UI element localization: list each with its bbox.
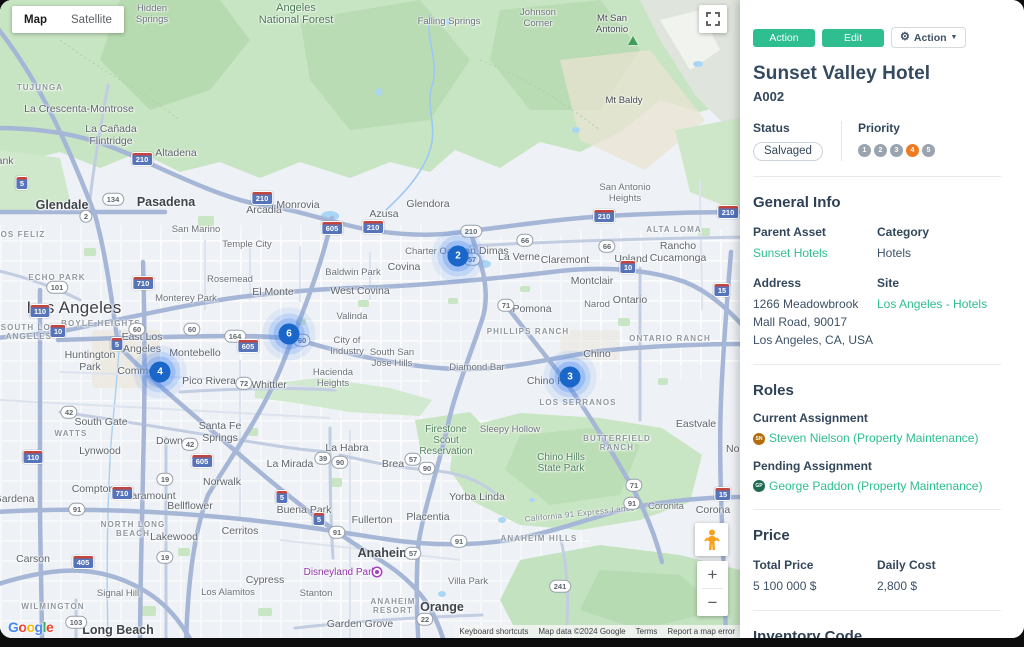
edit-button[interactable]: Edit [822, 29, 884, 47]
map-marker[interactable]: 3 [560, 367, 581, 388]
section-divider [753, 176, 1001, 177]
status-block: Status Salvaged [753, 121, 823, 161]
total-price-label: Total Price [753, 558, 877, 572]
map-type-satellite-button[interactable]: Satellite [59, 6, 124, 33]
daily-cost-label: Daily Cost [877, 558, 1001, 572]
current-assignment-label: Current Assignment [753, 411, 1001, 425]
category-value: Hotels [877, 246, 911, 260]
pegman-control[interactable] [695, 523, 728, 556]
parent-asset-cell: Parent Asset Sunset Hotels [753, 225, 877, 262]
map-marker[interactable]: 2 [448, 246, 469, 267]
asset-detail-panel: Action Edit ⚙ Action ▼ Sunset Valley Hot… [740, 0, 1024, 638]
address-label: Address [753, 276, 877, 290]
map-marker[interactable]: 4 [150, 362, 171, 383]
address-value: 1266 Meadowbrook Mall Road, 90017 Los An… [753, 297, 873, 347]
price-grid: Total Price 5 100 000 $ Daily Cost 2,800… [753, 558, 1001, 595]
google-logo: Google [8, 619, 53, 635]
map-marker[interactable]: 6 [279, 324, 300, 345]
disneyland-marker-icon [373, 568, 381, 576]
panel-toolbar: Action Edit ⚙ Action ▼ [753, 27, 1001, 48]
parent-asset-label: Parent Asset [753, 225, 877, 239]
status-label: Status [753, 121, 823, 135]
general-info-grid: Parent Asset Sunset Hotels Category Hote… [753, 225, 1001, 349]
app-window: Hidden SpringsAngeles National ForestFal… [0, 0, 1024, 638]
section-divider [753, 364, 1001, 365]
site-link[interactable]: Los Angeles - Hotels [877, 297, 987, 311]
price-heading: Price [753, 527, 1001, 544]
current-assignment-row: SN Steven Nielson (Property Maintenance) [753, 431, 1001, 447]
priority-dots: 12345 [858, 144, 935, 157]
priority-label: Priority [858, 121, 935, 135]
google-logo-letter: g [35, 619, 43, 635]
gear-icon: ⚙ [900, 32, 910, 43]
pending-assignment-row: GP George Paddon (Property Maintenance) [753, 479, 1001, 495]
total-price-value: 5 100 000 $ [753, 579, 816, 593]
section-divider [753, 509, 1001, 510]
action-menu-button[interactable]: ⚙ Action ▼ [891, 27, 966, 48]
status-priority-row: Status Salvaged Priority 12345 [753, 121, 1001, 161]
current-assignee-link[interactable]: Steven Nielson (Property Maintenance) [769, 431, 978, 447]
action-button[interactable]: Action [753, 29, 815, 47]
inventory-code-heading: Inventory Code [753, 628, 1001, 638]
daily-cost-cell: Daily Cost 2,800 $ [877, 558, 1001, 595]
priority-dot: 4 [906, 144, 919, 157]
avatar: GP [753, 480, 765, 492]
pending-assignment-label: Pending Assignment [753, 459, 1001, 473]
total-price-cell: Total Price 5 100 000 $ [753, 558, 877, 595]
asset-code: A002 [753, 89, 1001, 104]
map-base-art [0, 0, 740, 638]
pending-assignee-link[interactable]: George Paddon (Property Maintenance) [769, 479, 982, 495]
parent-asset-link[interactable]: Sunset Hotels [753, 246, 828, 260]
map-attribution: Keyboard shortcutsMap data ©2024 GoogleT… [454, 625, 740, 638]
site-label: Site [877, 276, 1001, 290]
action-menu-label: Action [914, 32, 947, 44]
google-logo-letter: e [46, 619, 53, 635]
attribution-link[interactable]: Keyboard shortcuts [454, 625, 533, 638]
roles-heading: Roles [753, 382, 1001, 399]
fullscreen-button[interactable] [699, 5, 727, 33]
zoom-out-button[interactable]: − [697, 589, 728, 616]
screenshot-frame: Hidden SpringsAngeles National ForestFal… [0, 0, 1024, 647]
pegman-icon [704, 529, 720, 551]
priority-block: Priority 12345 [858, 121, 935, 161]
map-type-map-button[interactable]: Map [12, 6, 59, 33]
google-logo-letter: o [26, 619, 34, 635]
chevron-down-icon: ▼ [951, 34, 958, 41]
priority-dot: 3 [890, 144, 903, 157]
priority-dot: 1 [858, 144, 871, 157]
priority-dot: 5 [922, 144, 935, 157]
attribution-text: Map data ©2024 Google [533, 625, 630, 638]
google-logo-letter: G [8, 619, 18, 635]
category-label: Category [877, 225, 1001, 239]
vertical-divider [841, 121, 842, 161]
attribution-link[interactable]: Terms [631, 625, 663, 638]
address-cell: Address 1266 Meadowbrook Mall Road, 9001… [753, 276, 877, 349]
status-badge: Salvaged [753, 142, 823, 161]
section-divider [753, 610, 1001, 611]
general-info-heading: General Info [753, 194, 1001, 211]
page-title: Sunset Valley Hotel [753, 63, 1001, 85]
site-cell: Site Los Angeles - Hotels [877, 276, 1001, 349]
zoom-in-button[interactable]: + [697, 561, 728, 588]
zoom-control: + − [697, 561, 728, 616]
mountain-peak-icon [628, 36, 638, 45]
fullscreen-icon [706, 12, 720, 26]
category-cell: Category Hotels [877, 225, 1001, 262]
map-canvas[interactable]: Hidden SpringsAngeles National ForestFal… [0, 0, 740, 638]
priority-dot: 2 [874, 144, 887, 157]
daily-cost-value: 2,800 $ [877, 579, 917, 593]
attribution-link[interactable]: Report a map error [662, 625, 740, 638]
map-type-control: Map Satellite [12, 6, 124, 33]
avatar: SN [753, 433, 765, 445]
